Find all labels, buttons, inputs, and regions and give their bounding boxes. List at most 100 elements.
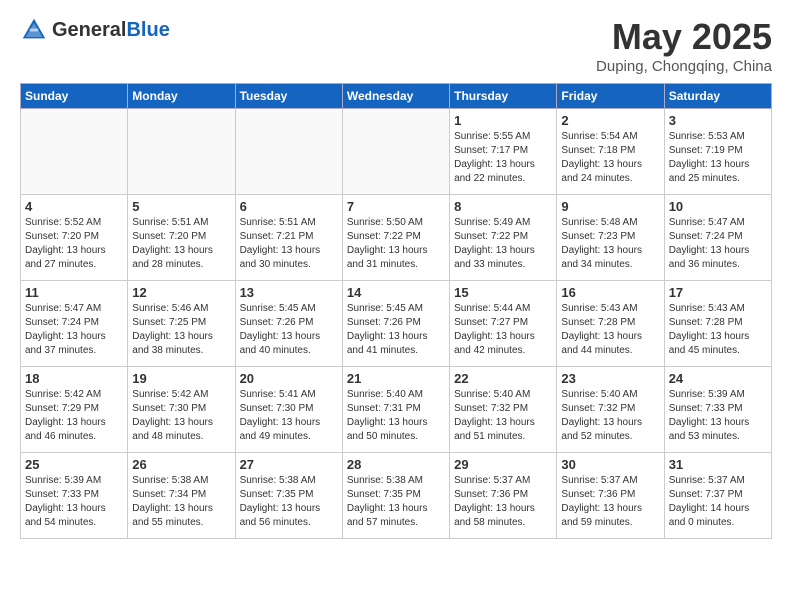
day-number: 17	[669, 285, 767, 300]
day-number: 27	[240, 457, 338, 472]
calendar-cell: 18 Sunrise: 5:42 AM Sunset: 7:29 PM Dayli…	[21, 367, 128, 453]
logo-text: GeneralBlue	[52, 19, 170, 42]
day-info: Sunrise: 5:53 AM Sunset: 7:19 PM Dayligh…	[669, 130, 767, 186]
day-number: 25	[25, 457, 123, 472]
logo-general: General	[52, 19, 126, 41]
calendar-cell: 24Sunrise: 5:39 AM Sunset: 7:33 PM Dayli…	[664, 367, 771, 453]
calendar-cell: 1 Sunrise: 5:55 AM Sunset: 7:17 PM Daylig…	[450, 109, 557, 195]
weekday-header-tuesday: Tuesday	[235, 84, 342, 109]
calendar-cell	[21, 109, 128, 195]
weekday-header-monday: Monday	[128, 84, 235, 109]
day-info: Sunrise: 5:40 AM Sunset: 7:31 PM Dayligh…	[347, 388, 445, 444]
day-number: 23	[561, 371, 659, 386]
header: GeneralBlue May 2025 Duping, Chongqing, …	[20, 16, 772, 75]
day-number: 2	[561, 113, 659, 128]
calendar-cell: 31 Sunrise: 5:37 AM Sunset: 7:37 PM Dayli…	[664, 453, 771, 539]
title-block: May 2025 Duping, Chongqing, China	[596, 16, 772, 75]
calendar-cell: 27 Sunrise: 5:38 AM Sunset: 7:35 PM Dayli…	[235, 453, 342, 539]
day-number: 10	[669, 199, 767, 214]
day-number: 19	[132, 371, 230, 386]
day-number: 9	[561, 199, 659, 214]
calendar-cell: 15 Sunrise: 5:44 AM Sunset: 7:27 PM Dayli…	[450, 281, 557, 367]
day-number: 16	[561, 285, 659, 300]
calendar-cell: 12Sunrise: 5:46 AM Sunset: 7:25 PM Dayli…	[128, 281, 235, 367]
calendar-cell: 21 Sunrise: 5:40 AM Sunset: 7:31 PM Dayli…	[342, 367, 449, 453]
day-info: Sunrise: 5:52 AM Sunset: 7:20 PM Dayligh…	[25, 216, 123, 272]
calendar-cell: 19 Sunrise: 5:42 AM Sunset: 7:30 PM Dayli…	[128, 367, 235, 453]
day-number: 28	[347, 457, 445, 472]
day-number: 11	[25, 285, 123, 300]
day-info: Sunrise: 5:41 AM Sunset: 7:30 PM Dayligh…	[240, 388, 338, 444]
day-info: Sunrise: 5:51 AM Sunset: 7:20 PM Dayligh…	[132, 216, 230, 272]
day-number: 8	[454, 199, 552, 214]
calendar-cell: 28 Sunrise: 5:38 AM Sunset: 7:35 PM Dayli…	[342, 453, 449, 539]
calendar-cell: 22 Sunrise: 5:40 AM Sunset: 7:32 PM Dayli…	[450, 367, 557, 453]
day-number: 5	[132, 199, 230, 214]
day-number: 12	[132, 285, 230, 300]
calendar-cell: 26Sunrise: 5:38 AM Sunset: 7:34 PM Dayli…	[128, 453, 235, 539]
day-info: Sunrise: 5:49 AM Sunset: 7:22 PM Dayligh…	[454, 216, 552, 272]
day-info: Sunrise: 5:40 AM Sunset: 7:32 PM Dayligh…	[561, 388, 659, 444]
day-info: Sunrise: 5:37 AM Sunset: 7:36 PM Dayligh…	[561, 474, 659, 530]
day-number: 13	[240, 285, 338, 300]
day-info: Sunrise: 5:40 AM Sunset: 7:32 PM Dayligh…	[454, 388, 552, 444]
day-number: 20	[240, 371, 338, 386]
calendar-table: SundayMondayTuesdayWednesdayThursdayFrid…	[20, 83, 772, 539]
day-info: Sunrise: 5:47 AM Sunset: 7:24 PM Dayligh…	[25, 302, 123, 358]
day-info: Sunrise: 5:42 AM Sunset: 7:29 PM Dayligh…	[25, 388, 123, 444]
day-number: 1	[454, 113, 552, 128]
page: GeneralBlue May 2025 Duping, Chongqing, …	[0, 0, 792, 551]
day-number: 14	[347, 285, 445, 300]
day-info: Sunrise: 5:55 AM Sunset: 7:17 PM Dayligh…	[454, 130, 552, 186]
weekday-header-friday: Friday	[557, 84, 664, 109]
day-info: Sunrise: 5:50 AM Sunset: 7:22 PM Dayligh…	[347, 216, 445, 272]
calendar-cell: 16 Sunrise: 5:43 AM Sunset: 7:28 PM Dayli…	[557, 281, 664, 367]
day-number: 3	[669, 113, 767, 128]
day-number: 4	[25, 199, 123, 214]
week-row-2: 4 Sunrise: 5:52 AM Sunset: 7:20 PM Daylig…	[21, 195, 772, 281]
day-number: 22	[454, 371, 552, 386]
calendar-cell: 10 Sunrise: 5:47 AM Sunset: 7:24 PM Dayli…	[664, 195, 771, 281]
day-number: 6	[240, 199, 338, 214]
calendar-cell: 14Sunrise: 5:45 AM Sunset: 7:26 PM Dayli…	[342, 281, 449, 367]
day-info: Sunrise: 5:48 AM Sunset: 7:23 PM Dayligh…	[561, 216, 659, 272]
calendar-cell: 8 Sunrise: 5:49 AM Sunset: 7:22 PM Daylig…	[450, 195, 557, 281]
day-info: Sunrise: 5:37 AM Sunset: 7:37 PM Dayligh…	[669, 474, 767, 530]
day-info: Sunrise: 5:54 AM Sunset: 7:18 PM Dayligh…	[561, 130, 659, 186]
calendar-cell: 7 Sunrise: 5:50 AM Sunset: 7:22 PM Daylig…	[342, 195, 449, 281]
calendar-cell: 5 Sunrise: 5:51 AM Sunset: 7:20 PM Daylig…	[128, 195, 235, 281]
calendar-cell: 20 Sunrise: 5:41 AM Sunset: 7:30 PM Dayli…	[235, 367, 342, 453]
day-number: 21	[347, 371, 445, 386]
weekday-header-row: SundayMondayTuesdayWednesdayThursdayFrid…	[21, 84, 772, 109]
calendar-cell: 13 Sunrise: 5:45 AM Sunset: 7:26 PM Dayli…	[235, 281, 342, 367]
day-info: Sunrise: 5:45 AM Sunset: 7:26 PM Dayligh…	[240, 302, 338, 358]
day-info: Sunrise: 5:42 AM Sunset: 7:30 PM Dayligh…	[132, 388, 230, 444]
day-info: Sunrise: 5:39 AM Sunset: 7:33 PM Dayligh…	[669, 388, 767, 444]
calendar-cell: 6 Sunrise: 5:51 AM Sunset: 7:21 PM Daylig…	[235, 195, 342, 281]
weekday-header-thursday: Thursday	[450, 84, 557, 109]
week-row-4: 18 Sunrise: 5:42 AM Sunset: 7:29 PM Dayli…	[21, 367, 772, 453]
calendar-cell	[128, 109, 235, 195]
day-info: Sunrise: 5:44 AM Sunset: 7:27 PM Dayligh…	[454, 302, 552, 358]
calendar-cell: 23 Sunrise: 5:40 AM Sunset: 7:32 PM Dayli…	[557, 367, 664, 453]
weekday-header-wednesday: Wednesday	[342, 84, 449, 109]
day-info: Sunrise: 5:38 AM Sunset: 7:35 PM Dayligh…	[240, 474, 338, 530]
day-number: 15	[454, 285, 552, 300]
logo: GeneralBlue	[20, 16, 170, 44]
calendar-cell: 25 Sunrise: 5:39 AM Sunset: 7:33 PM Dayli…	[21, 453, 128, 539]
day-number: 30	[561, 457, 659, 472]
day-number: 31	[669, 457, 767, 472]
day-info: Sunrise: 5:39 AM Sunset: 7:33 PM Dayligh…	[25, 474, 123, 530]
day-info: Sunrise: 5:51 AM Sunset: 7:21 PM Dayligh…	[240, 216, 338, 272]
day-number: 7	[347, 199, 445, 214]
day-info: Sunrise: 5:38 AM Sunset: 7:34 PM Dayligh…	[132, 474, 230, 530]
day-info: Sunrise: 5:47 AM Sunset: 7:24 PM Dayligh…	[669, 216, 767, 272]
calendar-cell: 9 Sunrise: 5:48 AM Sunset: 7:23 PM Daylig…	[557, 195, 664, 281]
week-row-3: 11 Sunrise: 5:47 AM Sunset: 7:24 PM Dayli…	[21, 281, 772, 367]
weekday-header-sunday: Sunday	[21, 84, 128, 109]
day-info: Sunrise: 5:43 AM Sunset: 7:28 PM Dayligh…	[561, 302, 659, 358]
day-info: Sunrise: 5:38 AM Sunset: 7:35 PM Dayligh…	[347, 474, 445, 530]
day-number: 18	[25, 371, 123, 386]
day-number: 29	[454, 457, 552, 472]
calendar-cell: 4 Sunrise: 5:52 AM Sunset: 7:20 PM Daylig…	[21, 195, 128, 281]
